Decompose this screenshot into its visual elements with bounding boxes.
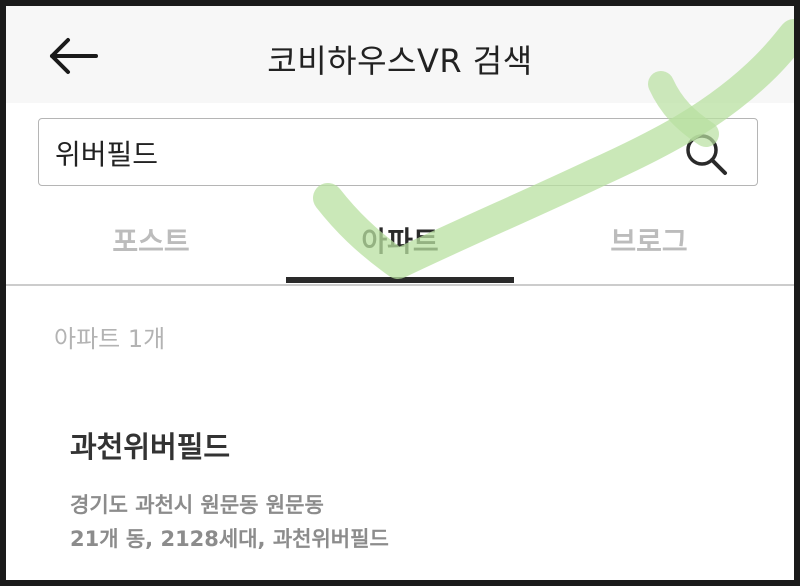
apartment-address: 경기도 과천시 원문동 원문동 <box>70 493 324 517</box>
apartment-name: 과천위버필드 <box>70 430 231 464</box>
page-title: 코비하우스VR 검색 <box>267 42 533 80</box>
apartment-details: 21개 동, 2128세대, 과천위버필드 <box>70 527 389 551</box>
search-input[interactable] <box>53 129 657 177</box>
search-field[interactable] <box>38 118 758 186</box>
tab-post[interactable]: 포스트 <box>36 218 266 288</box>
result-count: 아파트 1개 <box>54 325 166 353</box>
magnifier-icon <box>686 134 727 175</box>
list-item[interactable]: 과천위버필드 경기도 과천시 원문동 원문동 21개 동, 2128세대, 과천… <box>70 424 750 556</box>
active-tab-indicator <box>286 277 514 283</box>
tab-broker[interactable]: 브로그 <box>534 218 764 288</box>
search-button[interactable] <box>683 131 729 177</box>
app-screen: 코비하우스VR 검색 포스트 아파트 브로그 아파트 1개 과천위버필드 경기도… <box>6 6 794 580</box>
header-bar: 코비하우스VR 검색 <box>6 6 794 103</box>
tab-divider <box>6 284 794 286</box>
